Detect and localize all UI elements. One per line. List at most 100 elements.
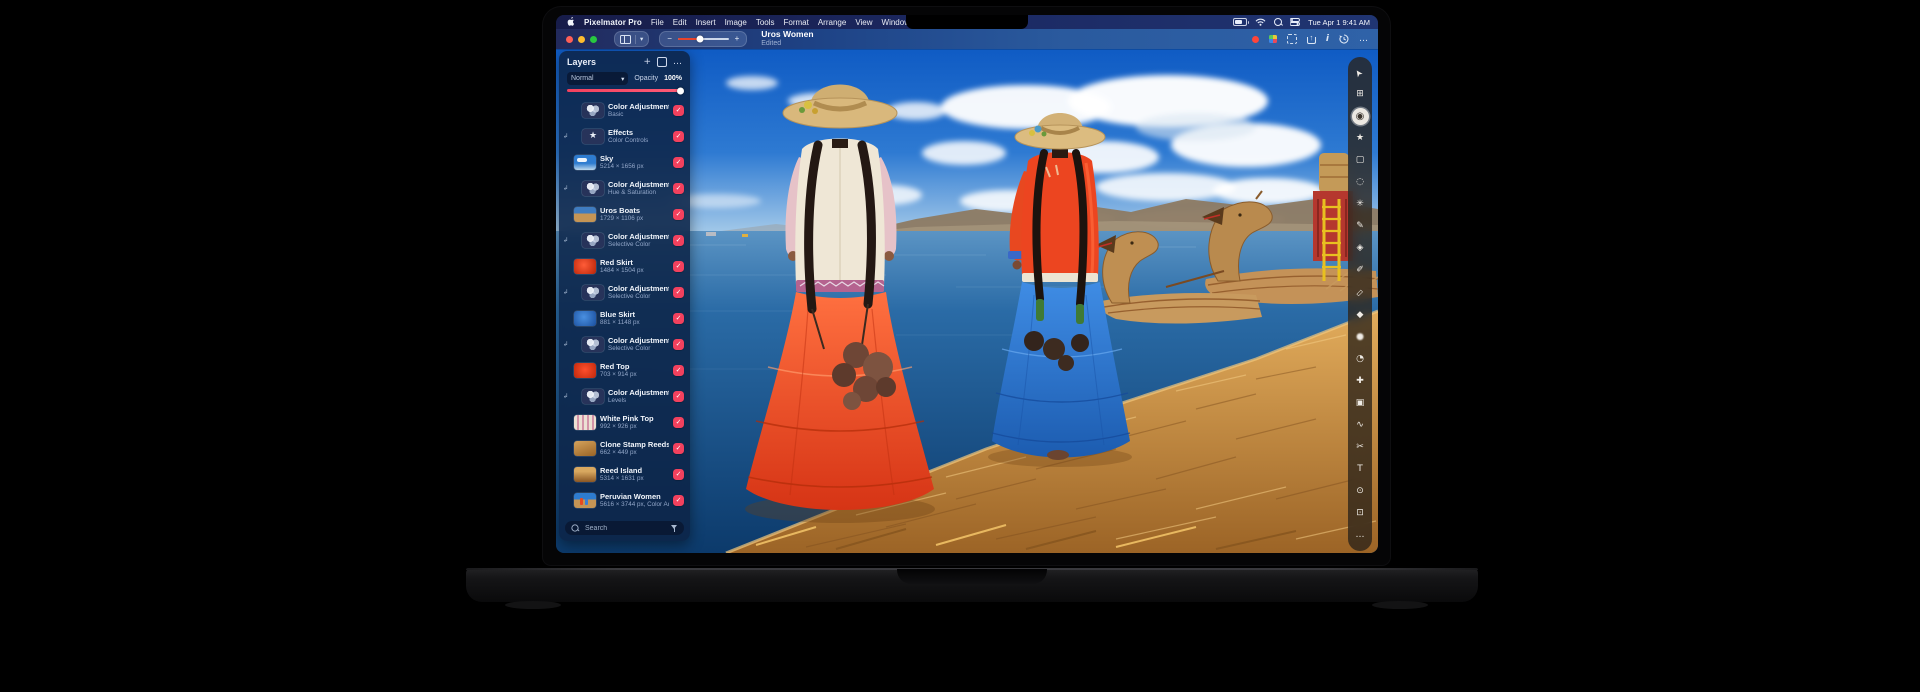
layer-thumbnail[interactable]	[574, 441, 596, 456]
layer-thumbnail[interactable]	[582, 389, 604, 404]
layer-visibility-checkbox[interactable]: ✓	[673, 495, 684, 506]
control-center-icon[interactable]	[1290, 18, 1300, 26]
apple-menu-icon[interactable]	[567, 17, 575, 27]
layer-visibility-checkbox[interactable]: ✓	[673, 443, 684, 454]
layer-thumbnail[interactable]	[574, 207, 596, 222]
layer-row[interactable]: ↲ Color Adjustments Selective Color ✓	[559, 227, 690, 253]
layer-visibility-checkbox[interactable]: ✓	[673, 105, 684, 116]
layer-display-options-icon[interactable]	[657, 57, 667, 67]
layer-visibility-checkbox[interactable]: ✓	[673, 209, 684, 220]
sharpen-tool[interactable]: ◔	[1352, 351, 1369, 368]
layer-row[interactable]: ↲ Clone Stamp Reeds 662 × 449 px ✓	[559, 435, 690, 461]
info-icon[interactable]: i	[1326, 35, 1329, 44]
zoom-slider-knob[interactable]	[697, 36, 704, 43]
clone-tool[interactable]: ▣	[1352, 395, 1369, 412]
menu-item[interactable]: File	[651, 18, 664, 27]
layer-visibility-checkbox[interactable]: ✓	[673, 469, 684, 480]
wifi-icon[interactable]	[1255, 18, 1266, 26]
brush-tool[interactable]: ✐	[1352, 262, 1369, 279]
close-button[interactable]	[566, 36, 573, 43]
more-icon[interactable]: …	[1359, 35, 1368, 44]
layer-row[interactable]: ↲ Red Top 703 × 914 px ✓	[559, 357, 690, 383]
trim-tool[interactable]: ⊡	[1352, 505, 1369, 522]
search-input[interactable]	[583, 524, 667, 533]
layer-row[interactable]: ↲ Color Adjustments Basic ✓	[559, 97, 690, 123]
layer-visibility-checkbox[interactable]: ✓	[673, 183, 684, 194]
zoom-slider-track[interactable]	[678, 38, 729, 41]
blur-tool[interactable]: ●	[1352, 329, 1369, 346]
menu-clock[interactable]: Tue Apr 1 9:41 AM	[1308, 18, 1370, 27]
quick-select-tool[interactable]: ✳	[1352, 196, 1369, 213]
fullscreen-button[interactable]	[590, 36, 597, 43]
pen-tool[interactable]: ✎	[1352, 218, 1369, 235]
layer-search-field[interactable]	[565, 521, 684, 535]
layer-visibility-checkbox[interactable]: ✓	[673, 261, 684, 272]
layer-visibility-checkbox[interactable]: ✓	[673, 157, 684, 168]
zoom-in-button[interactable]: +	[735, 35, 740, 43]
layer-row[interactable]: ↲ Uros Boats 1729 × 1106 px ✓	[559, 201, 690, 227]
rect-select-tool[interactable]: ▢	[1352, 152, 1369, 169]
menu-item[interactable]: Format	[784, 18, 809, 27]
slice-tool[interactable]: ✂	[1352, 439, 1369, 456]
layer-visibility-checkbox[interactable]: ✓	[673, 313, 684, 324]
minimize-button[interactable]	[578, 36, 585, 43]
layer-visibility-checkbox[interactable]: ✓	[673, 287, 684, 298]
layer-visibility-checkbox[interactable]: ✓	[673, 391, 684, 402]
chevron-down-icon[interactable]: ▾	[640, 35, 643, 43]
color-grid-icon[interactable]	[1269, 35, 1277, 43]
layer-row[interactable]: ↲ Color Adjustments Levels ✓	[559, 383, 690, 409]
layer-visibility-checkbox[interactable]: ✓	[673, 365, 684, 376]
smudge-tool[interactable]: ∿	[1352, 417, 1369, 434]
layer-thumbnail[interactable]	[574, 363, 596, 378]
more-tools[interactable]: …	[1352, 527, 1369, 544]
spotlight-search-icon[interactable]	[1274, 18, 1282, 26]
layer-thumbnail[interactable]	[574, 155, 596, 170]
menu-item[interactable]: Insert	[696, 18, 716, 27]
selection-icon[interactable]	[1287, 34, 1297, 44]
layer-thumbnail[interactable]	[582, 129, 604, 144]
layer-thumbnail[interactable]	[582, 337, 604, 352]
text-tool[interactable]: T	[1352, 461, 1369, 478]
layer-visibility-checkbox[interactable]: ✓	[673, 339, 684, 350]
layer-row[interactable]: ↲ Color Adjustments Hue & Saturation ✓	[559, 175, 690, 201]
layer-thumbnail[interactable]	[574, 493, 596, 508]
eraser-tool[interactable]: ▭	[1352, 284, 1369, 301]
menu-item[interactable]: Arrange	[818, 18, 846, 27]
layer-row[interactable]: ↲ Reed Island 5314 × 1631 px ✓	[559, 461, 690, 487]
add-layer-button[interactable]: +	[643, 58, 651, 67]
record-indicator[interactable]	[1252, 36, 1259, 43]
color-adjustments-tool[interactable]: ◉	[1352, 108, 1369, 125]
layer-thumbnail[interactable]	[574, 259, 596, 274]
layer-visibility-checkbox[interactable]: ✓	[673, 235, 684, 246]
layer-row[interactable]: ↲ White Pink Top 992 × 926 px ✓	[559, 409, 690, 435]
crop-tool[interactable]: ⊞	[1352, 86, 1369, 103]
layer-row[interactable]: ↲ Sky 5214 × 1656 px ✓	[559, 149, 690, 175]
layer-thumbnail[interactable]	[574, 311, 596, 326]
shape-tool[interactable]: ◈	[1352, 240, 1369, 257]
layer-thumbnail[interactable]	[582, 285, 604, 300]
menu-item[interactable]: Image	[725, 18, 747, 27]
layer-thumbnail[interactable]	[574, 467, 596, 482]
layer-row[interactable]: ↲ Effects Color Controls ✓	[559, 123, 690, 149]
layer-row[interactable]: ↲ Peruvian Women 5616 × 3744 px, Color A…	[559, 487, 690, 513]
lasso-tool[interactable]: ◌	[1352, 174, 1369, 191]
history-icon[interactable]	[1339, 34, 1349, 44]
menu-item[interactable]: View	[855, 18, 872, 27]
menu-app-name[interactable]: Pixelmator Pro	[584, 18, 642, 27]
opacity-slider[interactable]	[567, 89, 682, 92]
export-icon[interactable]	[1307, 35, 1316, 44]
layer-thumbnail[interactable]	[582, 181, 604, 196]
layer-thumbnail[interactable]	[574, 415, 596, 430]
layer-row[interactable]: ↲ Blue Skirt 881 × 1148 px ✓	[559, 305, 690, 331]
filter-funnel-icon[interactable]	[671, 525, 678, 532]
layer-thumbnail[interactable]	[582, 233, 604, 248]
layer-thumbnail[interactable]	[582, 103, 604, 118]
zoom-slider-control[interactable]: − +	[659, 31, 747, 47]
battery-icon[interactable]	[1233, 18, 1247, 26]
fill-tool[interactable]: ◆	[1352, 307, 1369, 324]
layer-visibility-checkbox[interactable]: ✓	[673, 131, 684, 142]
blend-mode-select[interactable]: Normal ▾	[567, 72, 628, 85]
zoom-tool[interactable]: ⊙	[1352, 483, 1369, 500]
menu-item[interactable]: Tools	[756, 18, 775, 27]
layer-row[interactable]: ↲ Red Skirt 1484 × 1504 px ✓	[559, 253, 690, 279]
